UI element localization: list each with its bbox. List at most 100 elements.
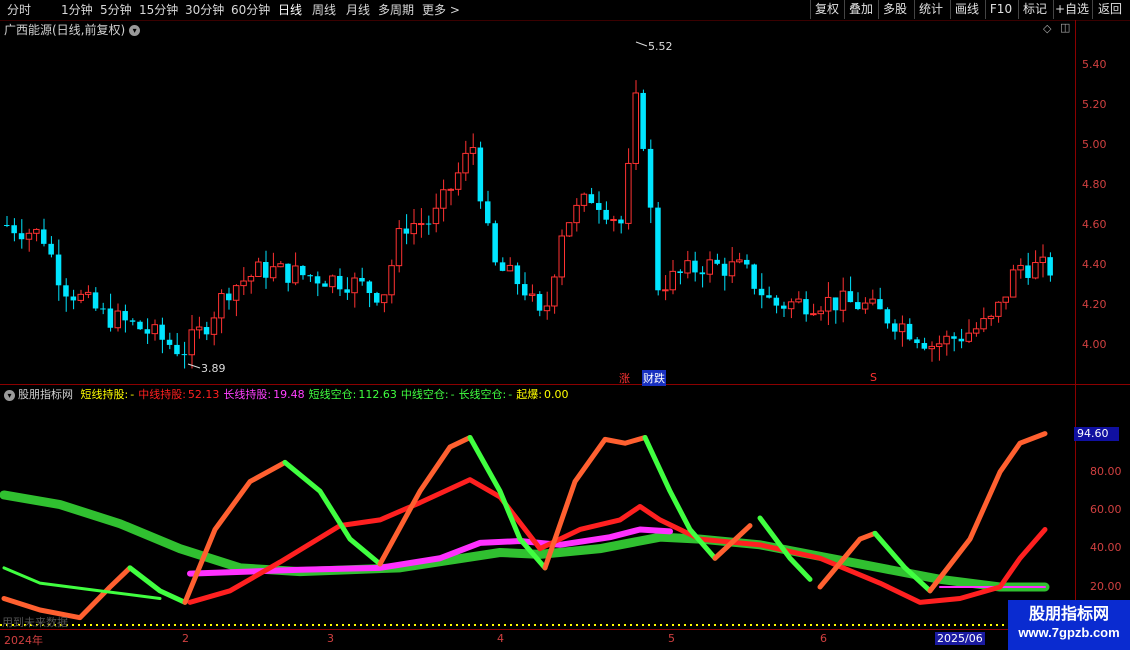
candle <box>25 232 33 240</box>
tf-5min[interactable]: 5分钟 <box>100 2 132 18</box>
candle <box>987 315 995 320</box>
candle <box>625 162 632 224</box>
candle <box>514 265 521 285</box>
candle <box>787 301 795 310</box>
candle <box>744 259 750 265</box>
candle <box>277 263 284 268</box>
candle <box>847 291 854 303</box>
candle <box>247 275 255 282</box>
candle <box>1002 296 1009 303</box>
candle <box>728 261 736 277</box>
candle <box>11 225 17 234</box>
candle <box>499 262 506 271</box>
candle <box>817 310 824 315</box>
tf-monthly[interactable]: 月线 <box>346 2 370 18</box>
dropdown-icon[interactable]: ▾ <box>129 25 141 36</box>
candle <box>810 313 817 316</box>
back-button[interactable]: 返回 <box>1092 0 1127 19</box>
candle <box>4 225 10 226</box>
candle <box>632 92 639 164</box>
candle <box>914 339 920 344</box>
candle <box>573 204 580 224</box>
candle <box>70 296 77 301</box>
candle <box>322 283 328 287</box>
candle <box>558 235 565 278</box>
candle <box>84 291 92 295</box>
candle <box>869 298 876 304</box>
candle <box>877 299 883 310</box>
price-tick: 5.20 <box>1082 98 1107 111</box>
candle <box>1047 257 1053 276</box>
candle <box>359 277 365 282</box>
tf-daily[interactable]: 日线 <box>278 2 302 18</box>
candle <box>232 285 240 301</box>
candle <box>506 264 514 272</box>
tf-fenshi[interactable]: 分时 <box>7 2 31 18</box>
tf-more[interactable]: 更多 > <box>422 2 460 18</box>
current-value-badge: 94.60 <box>1074 427 1119 441</box>
multi-stock-button[interactable]: 多股 <box>878 0 911 19</box>
watermark-title: 股朋指标网 <box>1028 604 1109 623</box>
candle <box>203 327 210 335</box>
candle <box>469 147 477 154</box>
candle <box>565 222 573 237</box>
candle <box>795 298 802 303</box>
watermark-badge: 股朋指标网 www.7gpzb.com <box>1008 600 1130 650</box>
tf-weekly[interactable]: 周线 <box>312 2 336 18</box>
candle <box>861 302 869 310</box>
candle <box>610 219 617 222</box>
future-data-text: 用到未来数据 <box>2 616 68 629</box>
diamond-icon[interactable]: ◇ <box>1043 22 1051 35</box>
candle <box>781 305 787 309</box>
candle <box>440 189 447 209</box>
draw-line-button[interactable]: 画线 <box>950 0 983 19</box>
candle <box>210 317 218 335</box>
candle <box>803 299 809 315</box>
tf-30min[interactable]: 30分钟 <box>185 2 224 18</box>
candle <box>92 292 99 309</box>
candle <box>188 329 195 356</box>
add-watchlist-button[interactable]: +自选 <box>1053 0 1090 19</box>
candle <box>255 261 262 277</box>
fuquan-button[interactable]: 复权 <box>810 0 843 19</box>
indicator-chart[interactable] <box>0 399 1075 629</box>
candle <box>647 148 654 208</box>
candle <box>640 92 646 149</box>
candle <box>144 329 151 334</box>
candle <box>1025 265 1031 278</box>
tf-60min[interactable]: 60分钟 <box>231 2 270 18</box>
tf-1min[interactable]: 1分钟 <box>61 2 93 18</box>
price-tick: 4.40 <box>1082 258 1107 271</box>
tf-15min[interactable]: 15分钟 <box>139 2 178 18</box>
window-icon[interactable]: ◫ <box>1060 21 1070 34</box>
candle <box>655 207 661 291</box>
candle <box>824 296 832 312</box>
candle <box>492 223 498 263</box>
candle <box>773 297 780 306</box>
candle <box>721 263 728 276</box>
date-label: 5 <box>668 632 675 645</box>
candle <box>240 280 247 287</box>
overlay-button[interactable]: 叠加 <box>844 0 877 19</box>
candle <box>77 293 84 301</box>
candle <box>758 288 765 296</box>
candle <box>1017 264 1024 271</box>
main-chart-title: 广西能源(日线,前复权) ▾ <box>4 21 141 38</box>
candlestick-chart[interactable] <box>0 38 1075 383</box>
f10-button[interactable]: F10 <box>985 0 1016 19</box>
caidie-mark: 财跌 <box>642 370 666 386</box>
candle <box>477 147 484 202</box>
mark-button[interactable]: 标记 <box>1018 0 1051 19</box>
date-axis: 2024年 2 3 4 5 6 2025/06 <box>0 630 1075 650</box>
candle <box>100 308 106 310</box>
tf-multi[interactable]: 多周期 <box>378 2 414 18</box>
pane-divider <box>0 384 1130 385</box>
candle <box>388 265 395 296</box>
candle <box>714 259 720 264</box>
candle <box>137 321 143 330</box>
candle <box>958 338 965 342</box>
candle <box>374 293 380 303</box>
stats-button[interactable]: 统计 <box>914 0 947 19</box>
date-label: 4 <box>497 632 504 645</box>
candle <box>33 228 40 234</box>
